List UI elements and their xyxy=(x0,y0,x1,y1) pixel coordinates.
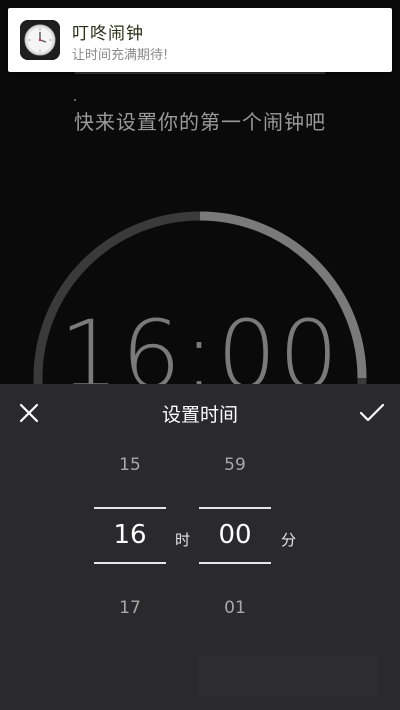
minute-prev-value[interactable]: 59 xyxy=(199,455,271,475)
checkmark-icon xyxy=(359,403,385,422)
notification-subtitle: 让时间充满期待! xyxy=(72,48,169,63)
hour-prev-value[interactable]: 15 xyxy=(94,455,166,475)
hour-next-value[interactable]: 17 xyxy=(94,598,166,618)
minute-unit-label: 分 xyxy=(281,531,297,549)
clock-icon xyxy=(20,20,60,60)
notification-banner[interactable]: 叮咚闹钟 让时间充满期待! xyxy=(8,8,392,72)
decorative-dot xyxy=(74,99,76,101)
obscured-panel xyxy=(198,656,378,696)
empty-state-hint: 快来设置你的第一个闹钟吧 xyxy=(74,110,326,134)
hour-divider-top xyxy=(94,507,166,509)
confirm-button[interactable] xyxy=(358,401,386,425)
notification-title: 叮咚闹钟 xyxy=(72,24,144,44)
hour-unit-label: 时 xyxy=(175,531,191,549)
sheet-title: 设置时间 xyxy=(161,404,238,426)
minute-divider-top xyxy=(199,507,271,509)
hour-selected-value[interactable]: 16 xyxy=(94,520,166,550)
time-picker-sheet: 设置时间 15 16 17 时 59 00 01 分 xyxy=(0,384,400,710)
hour-divider-bottom xyxy=(94,562,166,564)
minute-selected-value[interactable]: 00 xyxy=(199,520,271,550)
minute-divider-bottom xyxy=(199,562,271,564)
minute-next-value[interactable]: 01 xyxy=(199,598,271,618)
